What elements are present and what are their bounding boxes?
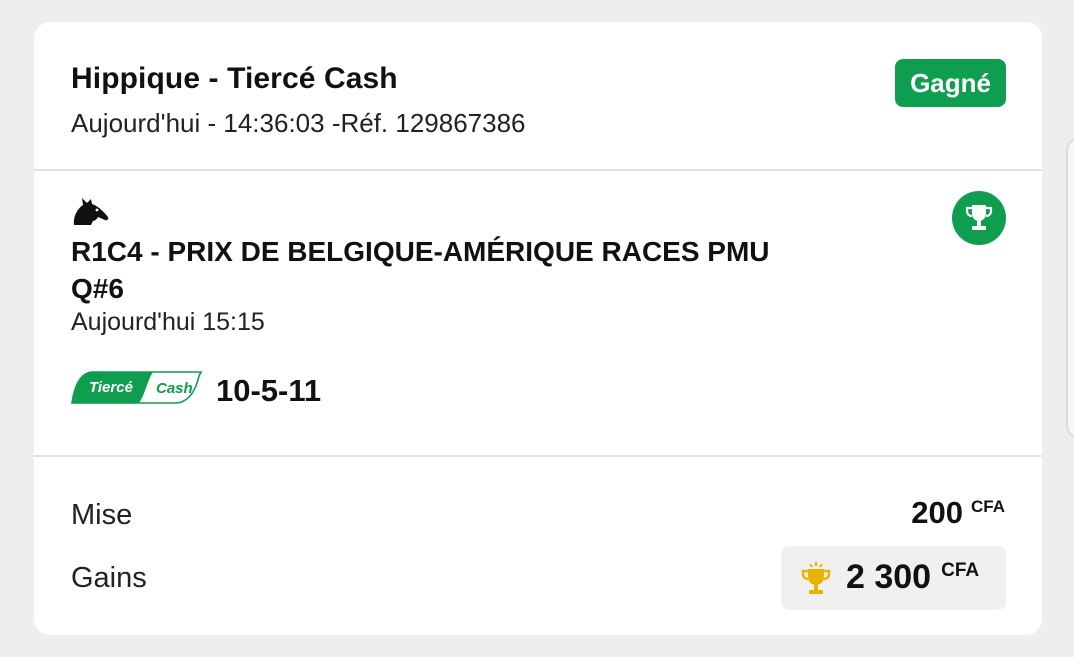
winnings-box: 2 300 CFA [781, 546, 1006, 610]
totals-section: Mise 200 CFA Gains 2 300 CFA [34, 457, 1042, 635]
race-section: R1C4 - PRIX DE BELGIQUE-AMÉRIQUE RACES P… [34, 171, 1042, 457]
logo-word-cash: Cash [156, 380, 193, 397]
adjacent-card-edge [1066, 138, 1074, 438]
winnings-label: Gains [71, 562, 147, 594]
status-badge: Gagné [895, 59, 1006, 107]
winnings-value: 2 300 CFA [846, 558, 979, 597]
stake-currency: CFA [971, 496, 1005, 516]
tierce-cash-logo: Tiercé Cash [71, 371, 203, 404]
race-time: Aujourd'hui 15:15 [71, 308, 265, 336]
trophy-icon [965, 205, 993, 230]
ticket-header: Hippique - Tiercé Cash Aujourd'hui - 14:… [34, 22, 1042, 171]
trophy-icon [801, 562, 831, 594]
bet-date-reference: Aujourd'hui - 14:36:03 -Réf. 129867386 [71, 108, 526, 138]
horse-icon [73, 198, 109, 225]
win-status-icon [952, 191, 1006, 245]
winnings-currency: CFA [941, 559, 980, 581]
logo-word-tierce: Tiercé [89, 379, 133, 396]
stake-label: Mise [71, 499, 133, 531]
winnings-amount: 2 300 [846, 558, 932, 596]
bet-title: Hippique - Tiercé Cash [71, 62, 398, 95]
stake-value: 200 CFA [911, 495, 1005, 531]
stake-amount: 200 [911, 495, 963, 530]
race-name: R1C4 - PRIX DE BELGIQUE-AMÉRIQUE RACES P… [71, 236, 770, 304]
bet-selection: 10-5-11 [216, 373, 322, 408]
bet-ticket-card[interactable]: Hippique - Tiercé Cash Aujourd'hui - 14:… [34, 22, 1042, 635]
